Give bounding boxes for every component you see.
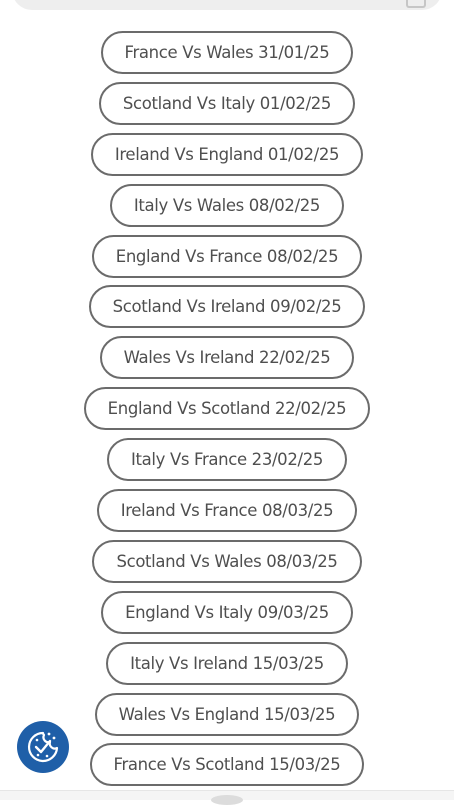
match-button-ireland-england[interactable]: Ireland Vs England 01/02/25 <box>90 132 364 176</box>
match-button-france-scotland[interactable]: France Vs Scotland 15/03/25 <box>89 743 365 787</box>
match-button-italy-wales[interactable]: Italy Vs Wales 08/02/25 <box>109 183 345 227</box>
cookie-consent-icon <box>27 731 59 763</box>
search-bar[interactable] <box>12 0 442 10</box>
match-button-england-scotland[interactable]: England Vs Scotland 22/02/25 <box>83 387 371 431</box>
match-button-france-wales[interactable]: France Vs Wales 31/01/25 <box>100 31 354 74</box>
match-button-wales-england[interactable]: Wales Vs England 15/03/25 <box>94 692 360 736</box>
match-button-ireland-france[interactable]: Ireland Vs France 08/03/25 <box>96 489 358 533</box>
match-button-italy-france[interactable]: Italy Vs France 23/02/25 <box>107 438 347 482</box>
match-list: France Vs Wales 31/01/25 Scotland Vs Ita… <box>0 31 454 794</box>
bottom-handle <box>211 795 243 805</box>
cookie-settings-button[interactable] <box>17 721 69 773</box>
bottom-bar <box>0 790 454 805</box>
match-button-scotland-italy[interactable]: Scotland Vs Italy 01/02/25 <box>98 81 356 125</box>
match-button-wales-ireland[interactable]: Wales Vs Ireland 22/02/25 <box>99 336 355 380</box>
match-button-italy-ireland[interactable]: Italy Vs Ireland 15/03/25 <box>106 641 348 685</box>
search-icon[interactable] <box>406 0 426 8</box>
match-button-england-italy[interactable]: England Vs Italy 09/03/25 <box>101 590 353 634</box>
match-button-scotland-wales[interactable]: Scotland Vs Wales 08/03/25 <box>92 539 362 583</box>
match-button-england-france[interactable]: England Vs France 08/02/25 <box>91 234 363 278</box>
match-button-scotland-ireland[interactable]: Scotland Vs Ireland 09/02/25 <box>88 285 366 329</box>
